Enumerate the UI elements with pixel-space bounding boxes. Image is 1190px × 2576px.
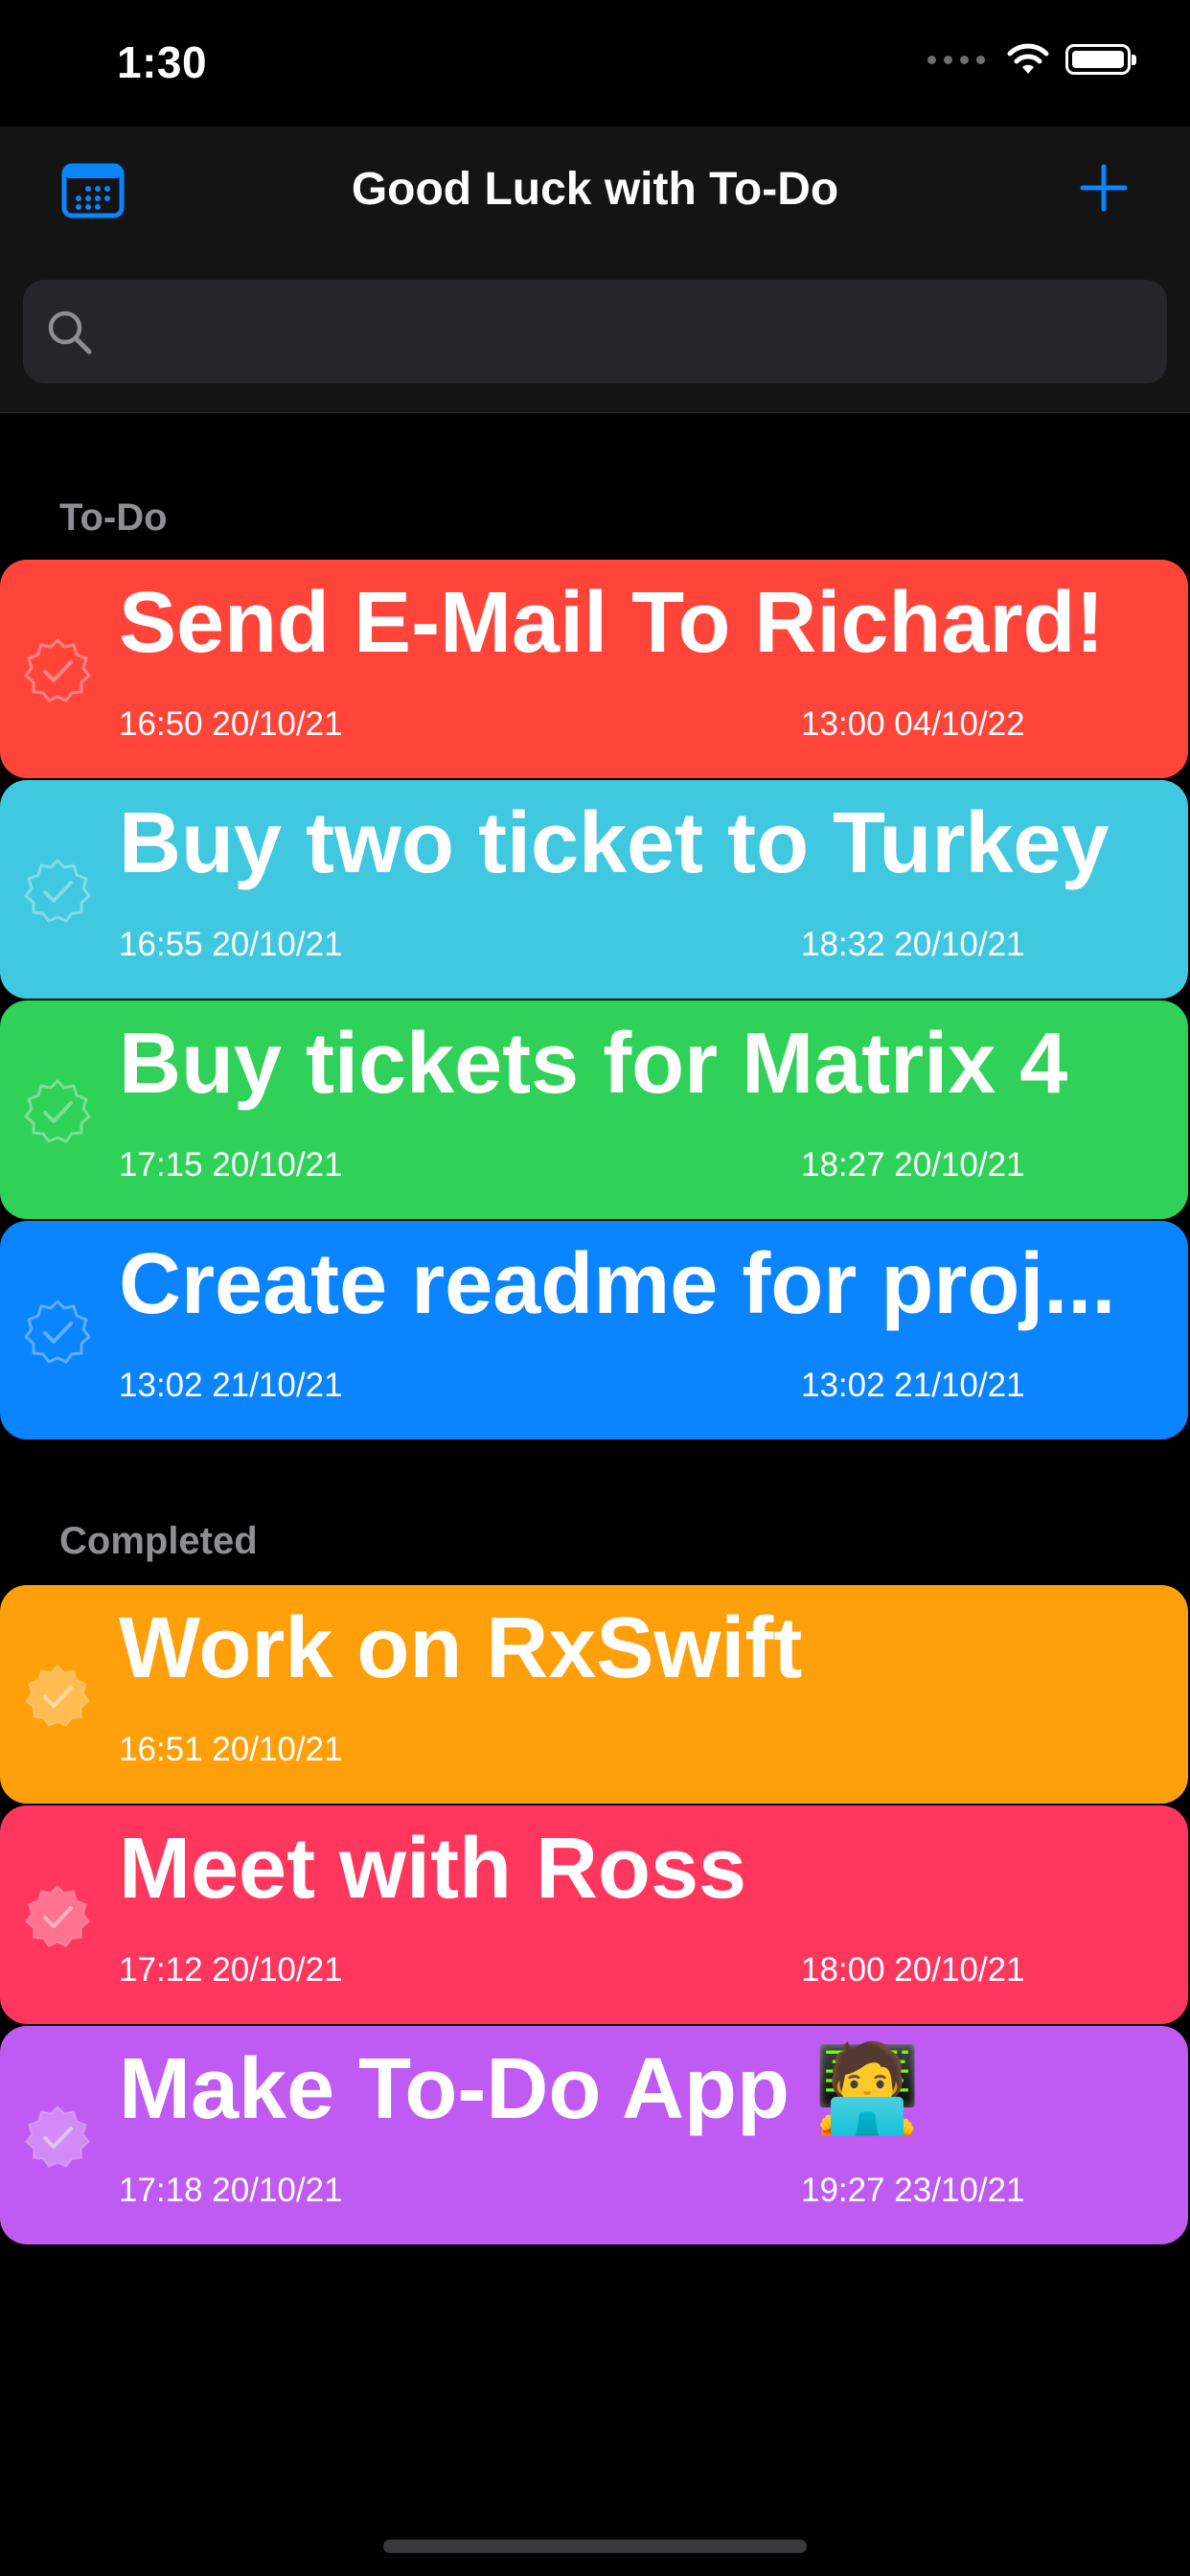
todo-card[interactable]: Create readme for proj... 13:02 21/10/21… — [0, 1221, 1188, 1439]
section-header-completed: Completed — [59, 1520, 258, 1562]
todo-title: Create readme for proj... — [119, 1236, 1116, 1332]
todo-title: Send E-Mail To Richard! — [119, 575, 1105, 671]
section-header-todo: To-Do — [59, 496, 168, 539]
checkmark-seal-icon[interactable] — [23, 857, 92, 926]
checkmark-seal-icon[interactable] — [23, 1298, 92, 1367]
search-input[interactable] — [109, 280, 1148, 385]
created-date: 17:12 20/10/21 — [119, 1951, 343, 1989]
checkmark-seal-icon[interactable] — [23, 1882, 92, 1951]
status-time: 1:30 — [117, 37, 208, 87]
wifi-icon — [1007, 43, 1049, 74]
todo-title: Buy two ticket to Turkey — [119, 795, 1110, 891]
due-date: 18:00 20/10/21 — [801, 1951, 1025, 1989]
checkmark-seal-icon[interactable] — [23, 2103, 92, 2172]
todo-card[interactable]: Buy tickets for Matrix 4 17:15 20/10/21 … — [0, 1000, 1188, 1219]
todo-title: Meet with Ross — [119, 1821, 747, 1917]
todo-title: Make To-Do App 🧑‍💻 — [119, 2041, 922, 2137]
magnifying-glass-icon — [48, 310, 92, 355]
status-indicators — [927, 42, 1136, 77]
home-indicator[interactable] — [383, 2540, 807, 2553]
created-date: 16:50 20/10/21 — [119, 705, 343, 743]
todo-card[interactable]: Buy two ticket to Turkey 16:55 20/10/21 … — [0, 780, 1188, 999]
battery-icon — [1065, 44, 1136, 75]
todo-title: Work on RxSwift — [119, 1600, 803, 1696]
created-date: 13:02 21/10/21 — [119, 1367, 343, 1404]
checkmark-seal-icon[interactable] — [23, 1662, 92, 1731]
completed-card[interactable]: Make To-Do App 🧑‍💻 17:18 20/10/21 19:27 … — [0, 2026, 1188, 2244]
created-date: 17:15 20/10/21 — [119, 1146, 343, 1184]
checkmark-seal-icon[interactable] — [23, 1077, 92, 1146]
status-bar: 1:30 — [0, 0, 1190, 126]
due-date: 18:32 20/10/21 — [801, 926, 1025, 963]
search-area — [0, 255, 1190, 413]
created-date: 17:18 20/10/21 — [119, 2172, 343, 2209]
checkmark-seal-icon[interactable] — [23, 636, 92, 705]
todo-card[interactable]: Send E-Mail To Richard! 16:50 20/10/21 1… — [0, 560, 1188, 778]
due-date: 13:02 21/10/21 — [801, 1367, 1025, 1404]
due-date: 13:00 04/10/22 — [801, 705, 1025, 743]
completed-card[interactable]: Work on RxSwift 16:51 20/10/21 — [0, 1585, 1188, 1804]
cellular-signal-icon — [927, 55, 985, 64]
completed-card[interactable]: Meet with Ross 17:12 20/10/21 18:00 20/1… — [0, 1806, 1188, 2024]
created-date: 16:55 20/10/21 — [119, 926, 343, 963]
created-date: 16:51 20/10/21 — [119, 1731, 343, 1768]
due-date: 19:27 23/10/21 — [801, 2172, 1025, 2209]
navigation-bar: Good Luck with To-Do — [0, 126, 1190, 256]
search-field[interactable] — [23, 280, 1167, 385]
nav-title: Good Luck with To-Do — [351, 164, 839, 215]
todo-title: Buy tickets for Matrix 4 — [119, 1016, 1068, 1112]
plus-icon[interactable] — [1073, 157, 1134, 218]
due-date: 18:27 20/10/21 — [801, 1146, 1025, 1184]
